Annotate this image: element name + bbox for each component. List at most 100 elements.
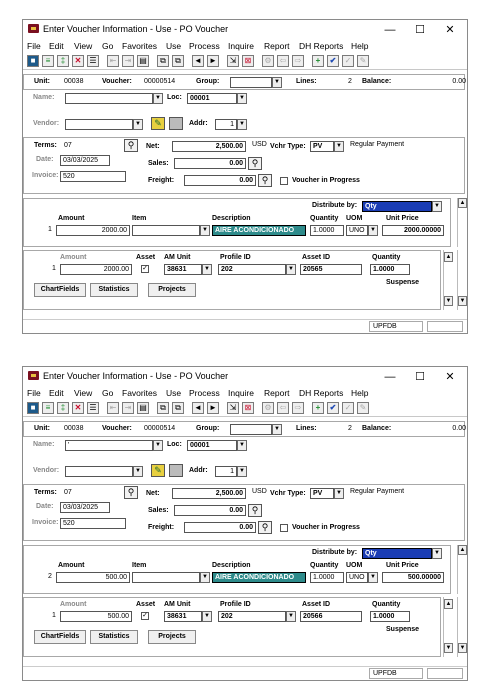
date-field[interactable]: 03/03/2025 bbox=[60, 155, 110, 166]
menu-process[interactable]: Process bbox=[189, 41, 220, 51]
copy-icon[interactable]: ⧉ bbox=[157, 55, 169, 67]
menu-go[interactable]: Go bbox=[102, 41, 113, 51]
group-dropdown-icon[interactable]: ▼ bbox=[272, 424, 282, 435]
addr-dropdown-icon[interactable]: ▼ bbox=[237, 119, 247, 130]
freight-search-icon[interactable]: ⚲ bbox=[258, 521, 272, 534]
line-scrollbar[interactable]: ▲ bbox=[457, 198, 467, 247]
add-icon[interactable]: + bbox=[312, 402, 324, 414]
next-panel-icon[interactable]: ► bbox=[207, 55, 219, 67]
invoice-field[interactable]: 520 bbox=[60, 171, 126, 182]
asset-id-field[interactable]: 20566 bbox=[300, 611, 362, 622]
scroll-down-icon[interactable]: ▼ bbox=[458, 643, 467, 653]
sales-field[interactable]: 0.00 bbox=[174, 158, 246, 169]
dist-amount-field[interactable]: 2000.00 bbox=[60, 264, 132, 275]
menu-inquire[interactable]: Inquire bbox=[228, 388, 254, 398]
distribute-by-dropdown-icon[interactable]: ▼ bbox=[432, 548, 442, 559]
delete-icon[interactable]: ✕ bbox=[72, 402, 84, 414]
menu-help[interactable]: Help bbox=[351, 388, 368, 398]
menu-use[interactable]: Use bbox=[166, 388, 181, 398]
maximize-button[interactable]: ☐ bbox=[407, 369, 433, 385]
scroll-up-icon[interactable]: ▲ bbox=[458, 545, 467, 555]
back-arrow-icon[interactable]: ⇦ bbox=[277, 55, 289, 67]
asset-checkbox[interactable]: ✓ bbox=[141, 612, 149, 620]
line-uom-field[interactable]: UNO bbox=[346, 225, 368, 236]
menu-file[interactable]: File bbox=[27, 41, 41, 51]
paste-icon[interactable]: ⧉ bbox=[172, 402, 184, 414]
distribution-scrollbar[interactable]: ▲ ▼ bbox=[443, 250, 453, 310]
line-scrollbar[interactable]: ▲ bbox=[457, 545, 467, 594]
am-unit-field[interactable]: 38631 bbox=[164, 611, 202, 622]
progress-checkbox[interactable] bbox=[280, 524, 288, 532]
menu-favorites[interactable]: Favorites bbox=[122, 388, 157, 398]
menu-dh-reports[interactable]: DH Reports bbox=[299, 41, 343, 51]
line-amount-field[interactable]: 500.00 bbox=[56, 572, 130, 583]
minimize-button[interactable]: — bbox=[377, 22, 403, 38]
dist-amount-field[interactable]: 500.00 bbox=[60, 611, 132, 622]
line-unit-price-field[interactable]: 2000.00000 bbox=[382, 225, 444, 236]
addr-field[interactable]: 1 bbox=[215, 119, 237, 130]
vchr-type-dropdown-icon[interactable]: ▼ bbox=[334, 488, 344, 499]
prev-panel-icon[interactable]: ◄ bbox=[192, 55, 204, 67]
sales-search-icon[interactable]: ⚲ bbox=[248, 157, 262, 170]
check-icon[interactable]: ✔ bbox=[327, 402, 339, 414]
distribute-by-dropdown-icon[interactable]: ▼ bbox=[432, 201, 442, 212]
menu-dh-reports[interactable]: DH Reports bbox=[299, 388, 343, 398]
line-item-field[interactable] bbox=[132, 225, 200, 236]
profile-id-field[interactable]: 202 bbox=[218, 264, 286, 275]
edit-icon[interactable]: ✎ bbox=[357, 402, 369, 414]
profile-id-dropdown-icon[interactable]: ▼ bbox=[286, 611, 296, 622]
line-item-field[interactable] bbox=[132, 572, 200, 583]
line-description-field[interactable]: AIRE ACONDICIONADO bbox=[212, 572, 306, 583]
vendor-detail-icon[interactable] bbox=[169, 117, 183, 130]
scroll-down-icon[interactable]: ▼ bbox=[458, 296, 467, 306]
vendor-lookup-icon[interactable]: ✎ bbox=[151, 117, 165, 130]
line-item-dropdown-icon[interactable]: ▼ bbox=[200, 572, 210, 583]
check-icon[interactable]: ✔ bbox=[327, 55, 339, 67]
dist-scroll-up-icon[interactable]: ▲ bbox=[444, 252, 453, 262]
line-amount-field[interactable]: 2000.00 bbox=[56, 225, 130, 236]
addr-field[interactable]: 1 bbox=[215, 466, 237, 477]
dist-quantity-field[interactable]: 1.0000 bbox=[370, 264, 410, 275]
add-icon[interactable]: + bbox=[312, 55, 324, 67]
menu-file[interactable]: File bbox=[27, 388, 41, 398]
freight-field[interactable]: 0.00 bbox=[184, 175, 256, 186]
vendor-detail-icon[interactable] bbox=[169, 464, 183, 477]
list-icon[interactable]: ☰ bbox=[87, 55, 99, 67]
asset-id-field[interactable]: 20565 bbox=[300, 264, 362, 275]
line-scrollbar-lower[interactable]: ▼ bbox=[457, 597, 467, 657]
cancel-icon[interactable]: ⊠ bbox=[242, 55, 254, 67]
menu-process[interactable]: Process bbox=[189, 388, 220, 398]
group-field[interactable] bbox=[230, 424, 272, 435]
maximize-button[interactable]: ☐ bbox=[407, 22, 433, 38]
profile-id-field[interactable]: 202 bbox=[218, 611, 286, 622]
menu-view[interactable]: View bbox=[74, 41, 92, 51]
am-unit-dropdown-icon[interactable]: ▼ bbox=[202, 264, 212, 275]
date-field[interactable]: 03/03/2025 bbox=[60, 502, 110, 513]
add-row-icon[interactable]: ≡ bbox=[42, 402, 54, 414]
back-arrow-icon[interactable]: ⇦ bbox=[277, 402, 289, 414]
projects-button[interactable]: Projects bbox=[148, 283, 196, 297]
line-description-field[interactable]: AIRE ACONDICIONADO bbox=[212, 225, 306, 236]
menu-favorites[interactable]: Favorites bbox=[122, 41, 157, 51]
group-field[interactable] bbox=[230, 77, 272, 88]
vchr-type-field[interactable]: PV bbox=[310, 488, 334, 499]
statistics-button[interactable]: Statistics bbox=[90, 283, 138, 297]
distribute-by-field[interactable]: Qty bbox=[362, 548, 432, 559]
vchr-type-dropdown-icon[interactable]: ▼ bbox=[334, 141, 344, 152]
line-uom-dropdown-icon[interactable]: ▼ bbox=[368, 225, 378, 236]
export-icon[interactable]: ⇲ bbox=[227, 55, 239, 67]
menu-report[interactable]: Report bbox=[264, 388, 290, 398]
terms-search-icon[interactable]: ⚲ bbox=[124, 486, 138, 499]
freight-search-icon[interactable]: ⚲ bbox=[258, 174, 272, 187]
dist-scroll-down-icon[interactable]: ▼ bbox=[444, 643, 453, 653]
insert-row-icon[interactable]: ‡ bbox=[57, 402, 69, 414]
vendor-field[interactable] bbox=[65, 466, 133, 477]
insert-row-icon[interactable]: ‡ bbox=[57, 55, 69, 67]
line-uom-dropdown-icon[interactable]: ▼ bbox=[368, 572, 378, 583]
edit-icon[interactable]: ✎ bbox=[357, 55, 369, 67]
asset-checkbox[interactable]: ✓ bbox=[141, 265, 149, 273]
menu-edit[interactable]: Edit bbox=[49, 388, 64, 398]
menu-help[interactable]: Help bbox=[351, 41, 368, 51]
line-item-dropdown-icon[interactable]: ▼ bbox=[200, 225, 210, 236]
page-icon[interactable]: ▤ bbox=[137, 55, 149, 67]
